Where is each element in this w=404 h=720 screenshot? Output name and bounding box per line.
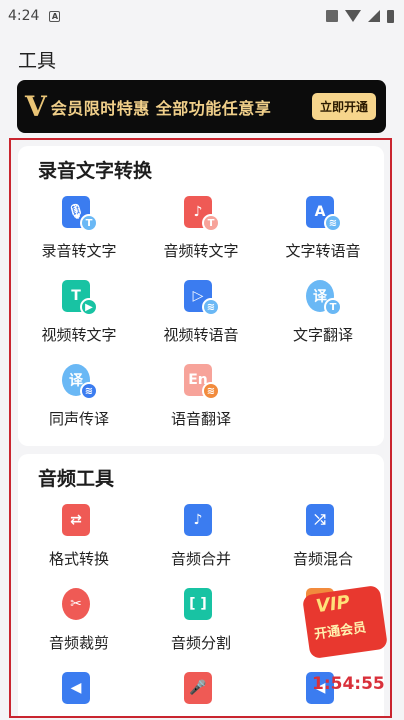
tool-icon-badge: ≋ [80, 382, 98, 400]
tool-icon-main: ◀ [62, 672, 90, 704]
tool-icon-main: ♪ [184, 504, 212, 536]
tool-icon: T ▶ [62, 280, 98, 316]
tool-icon: ♪ T [184, 196, 220, 232]
tool-icon-main: 🎤 [184, 672, 212, 704]
tool-item[interactable]: 🎙 T 录音转文字 [18, 194, 140, 268]
tool-icon: ✂ [62, 588, 96, 622]
tool-item[interactable]: [ ] 音频分割 [140, 586, 262, 660]
tool-item[interactable]: ⇄ 格式转换 [18, 502, 140, 576]
tool-item[interactable]: 🎤 [140, 670, 262, 716]
tool-label: 音频裁剪 [48, 634, 109, 652]
section-title: 音频工具 [38, 468, 115, 490]
tool-icon-main: [ ] [184, 588, 212, 620]
notification-icon: A [49, 10, 61, 22]
tool-label: 音频合并 [170, 550, 231, 568]
tool-label: 文字转语音 [285, 242, 361, 260]
tool-item[interactable]: 译 T 文字翻译 [262, 278, 384, 352]
wifi-icon [345, 10, 361, 22]
tool-item[interactable]: A ≋ 文字转语音 [262, 194, 384, 268]
tool-label: 音频混合 [292, 550, 353, 568]
tool-label: 格式转换 [48, 550, 109, 568]
tool-item[interactable]: En ≋ 语音翻译 [140, 362, 262, 436]
tool-icon: ◀ [62, 672, 96, 706]
section-title: 录音文字转换 [38, 160, 153, 182]
tool-label: 同声传译 [48, 410, 109, 428]
vip-logo-icon: V [25, 90, 47, 123]
tool-icon: En ≋ [184, 364, 220, 400]
vip-banner[interactable]: V 会员限时特惠 全部功能任意享 立即开通 [17, 80, 386, 133]
tool-icon-main: ✂ [62, 588, 90, 620]
status-time: 4:24 [8, 8, 40, 24]
tool-item[interactable]: ♪ 音频合并 [140, 502, 262, 576]
banner-text: 会员限时特惠 全部功能任意享 [50, 98, 272, 118]
tool-icon: ⇄ [62, 504, 96, 538]
tool-icon-main: ⤮ [306, 504, 334, 536]
tool-label: 音频分割 [170, 634, 231, 652]
tool-label: 文字翻译 [292, 326, 353, 344]
tool-icon: ⤮ [306, 504, 340, 538]
tool-item[interactable]: ◀ [18, 670, 140, 716]
tool-item[interactable]: ✂ 音频裁剪 [18, 586, 140, 660]
tool-grid: 🎙 T 录音转文字 ♪ T 音频转文字 A ≋ 文字转语音 T ▶ 视频转文字 ▷ ≋ 视频转语音译 T 文字翻… [18, 194, 384, 436]
promo-timer: 1:54:55 [312, 674, 385, 694]
tool-icon-badge: ▶ [80, 298, 98, 316]
tool-icon-badge: ≋ [324, 214, 342, 232]
tool-icon: ▷ ≋ [184, 280, 220, 316]
tool-label: 视频转语音 [163, 326, 239, 344]
open-vip-button[interactable]: 立即开通 [311, 93, 376, 120]
tool-icon: [ ] [184, 588, 218, 622]
tool-item[interactable]: T ▶ 视频转文字 [18, 278, 140, 352]
tool-icon: 🎙 T [62, 196, 98, 232]
tool-icon-badge: T [324, 298, 342, 316]
tool-icon-badge: T [202, 214, 220, 232]
tool-label: 音频转文字 [163, 242, 239, 260]
tool-item[interactable]: ⤮ 音频混合 [262, 502, 384, 576]
tool-icon-badge: ≋ [202, 298, 220, 316]
battery-icon [387, 9, 394, 23]
tool-icon-badge: T [80, 214, 98, 232]
status-bar: 4:24 A [0, 0, 404, 32]
sim-icon [326, 10, 338, 22]
tool-icon: 译 ≋ [62, 364, 98, 400]
tool-icon: ♪ [184, 504, 218, 538]
tool-icon-main: ⇄ [62, 504, 90, 536]
tool-icon-badge: ≋ [202, 382, 220, 400]
tool-icon: 译T [306, 280, 342, 316]
tool-label: 录音转文字 [41, 242, 117, 260]
vip-promo-widget[interactable]: VIP 开通会员 [300, 584, 392, 672]
tool-item[interactable]: ♪ T 音频转文字 [140, 194, 262, 268]
tool-item[interactable]: ▷ ≋ 视频转语音 [140, 278, 262, 352]
tool-icon: A ≋ [306, 196, 342, 232]
tool-item[interactable]: 译 ≋ 同声传译 [18, 362, 140, 436]
tool-label: 视频转文字 [41, 326, 117, 344]
section-card: 录音文字转换 🎙 T 录音转文字 ♪ T 音频转文字 A ≋ 文字转语音 T ▶ 视频转文字 ▷ ≋ 视频转… [18, 146, 384, 446]
tool-icon: 🎤 [184, 672, 218, 706]
tool-label: 语音翻译 [170, 410, 231, 428]
signal-icon [368, 10, 380, 22]
